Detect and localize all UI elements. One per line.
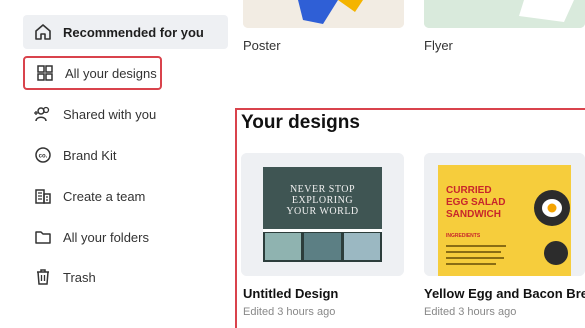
thumbnail-subheading: INGREDIENTS	[446, 233, 481, 239]
design-edited-meta: Edited 3 hours ago	[243, 306, 336, 318]
designs-grid-icon	[35, 63, 55, 83]
sidebar-item-shared[interactable]: Shared with you	[23, 97, 228, 131]
thumbnail-text-line: SANDWICH	[446, 209, 501, 220]
shared-users-icon	[33, 104, 53, 124]
home-icon	[33, 22, 53, 42]
team-building-icon	[33, 186, 53, 206]
template-label-flyer[interactable]: Flyer	[424, 38, 453, 53]
thumbnail-heading: CURRIED EGG SALAD SANDWICH	[446, 185, 505, 221]
sidebar-item-label: Create a team	[63, 188, 146, 204]
folder-icon	[33, 227, 53, 247]
sidebar-item-label: Brand Kit	[63, 147, 117, 163]
thumbnail-text-line: EXPLORING	[291, 195, 354, 206]
flyer-template-thumbnail[interactable]	[424, 0, 585, 28]
sidebar-item-label: All your designs	[65, 65, 157, 81]
design-card-untitled[interactable]: NEVER STOP EXPLORING YOUR WORLD	[241, 153, 404, 276]
thumbnail-text-line: YOUR WORLD	[286, 206, 359, 217]
sidebar: Recommended for you All your designs Sha…	[0, 0, 232, 320]
sidebar-item-trash[interactable]: Trash	[23, 260, 228, 294]
thumbnail-text-line: EGG SALAD	[446, 197, 506, 208]
svg-text:co.: co.	[39, 154, 48, 160]
sidebar-item-label: Recommended for you	[63, 24, 204, 40]
sidebar-item-recommended[interactable]: Recommended for you	[23, 15, 228, 49]
design-edited-meta: Edited 3 hours ago	[424, 306, 517, 318]
brand-kit-icon: co.	[33, 145, 53, 165]
sidebar-item-create-team[interactable]: Create a team	[23, 179, 228, 213]
thumbnail-text-line: NEVER STOP	[289, 184, 356, 195]
design-card-egg-bacon[interactable]: CURRIED EGG SALAD SANDWICH INGREDIENTS	[424, 153, 585, 276]
sidebar-item-label: All your folders	[63, 229, 149, 245]
poster-template-thumbnail[interactable]	[243, 0, 404, 28]
trash-icon	[33, 267, 53, 287]
thumbnail-text-line: CURRIED	[446, 185, 492, 196]
sidebar-item-folders[interactable]: All your folders	[23, 220, 228, 254]
sidebar-item-label: Trash	[63, 269, 96, 285]
thumbnail-text-block: NEVER STOP EXPLORING YOUR WORLD	[263, 184, 382, 217]
sidebar-item-brand-kit[interactable]: co. Brand Kit	[23, 138, 228, 172]
sidebar-item-label: Shared with you	[63, 106, 157, 122]
template-label-poster[interactable]: Poster	[243, 38, 281, 53]
design-title[interactable]: Yellow Egg and Bacon Bre...	[424, 286, 585, 301]
design-title[interactable]: Untitled Design	[243, 286, 338, 301]
sidebar-item-all-designs[interactable]: All your designs	[23, 56, 162, 90]
section-title-your-designs: Your designs	[241, 112, 360, 133]
